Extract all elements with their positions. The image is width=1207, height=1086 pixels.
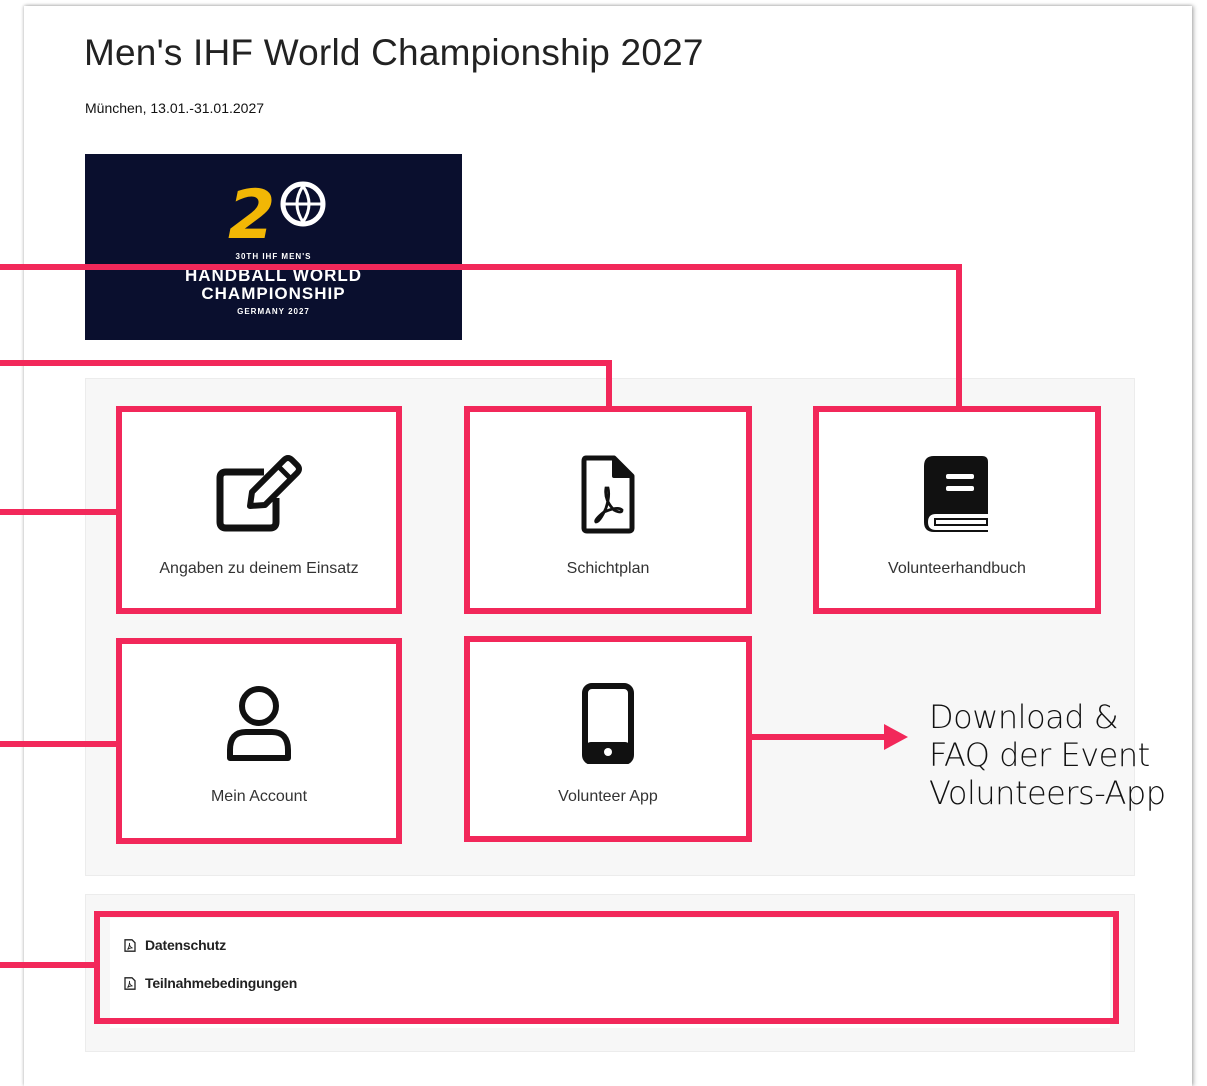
documents-list: [110, 918, 1110, 1028]
arrow-head-icon: [884, 724, 908, 750]
pdf-icon: [124, 976, 136, 990]
tile-volunteer-app[interactable]: Volunteer App: [468, 640, 748, 838]
tile-volunteerhandbuch[interactable]: Volunteerhandbuch: [817, 410, 1097, 610]
event-location-dates: München, 13.01.-31.01.2027: [85, 100, 265, 116]
pdf-file-icon: [581, 455, 635, 534]
tile-label-schichtplan: Schichtplan: [566, 560, 650, 577]
tile-label-angaben: Angaben zu deinem Einsatz: [159, 560, 359, 577]
logo-numeral: 2: [228, 176, 275, 255]
tile-label-volunteerhandbuch: Volunteerhandbuch: [888, 560, 1026, 577]
tile-label-mein-account: Mein Account: [210, 788, 308, 805]
edit-icon: [216, 455, 302, 532]
tile-mein-account[interactable]: Mein Account: [120, 642, 398, 840]
annotation-volunteer-app: Download & FAQ der Event Volunteers-App: [929, 698, 1166, 812]
link-teilnahmebedingungen[interactable]: Teilnahmebedingungen: [124, 975, 297, 991]
tile-schichtplan[interactable]: Schichtplan: [468, 410, 748, 610]
link-label-datenschutz: Datenschutz: [145, 937, 227, 953]
pdf-icon: [124, 938, 136, 952]
logo-text-line3: CHAMPIONSHIP: [201, 284, 346, 303]
tile-label-volunteer-app: Volunteer App: [558, 788, 658, 805]
page-title: Men's IHF World Championship 2027: [84, 32, 704, 73]
mobile-phone-icon: [582, 683, 634, 764]
logo-text-line1: 30TH IHF MEN'S: [235, 252, 312, 261]
event-logo: 2 30TH IHF MEN'S HANDBALL WORLD CHAMPION…: [85, 154, 462, 340]
user-icon: [227, 686, 291, 761]
logo-text-line4: GERMANY 2027: [237, 307, 310, 316]
book-icon: [924, 456, 988, 532]
link-datenschutz[interactable]: Datenschutz: [124, 937, 226, 953]
tile-angaben-einsatz[interactable]: Angaben zu deinem Einsatz: [120, 410, 398, 610]
link-label-teilnahmebedingungen: Teilnahmebedingungen: [145, 975, 298, 991]
